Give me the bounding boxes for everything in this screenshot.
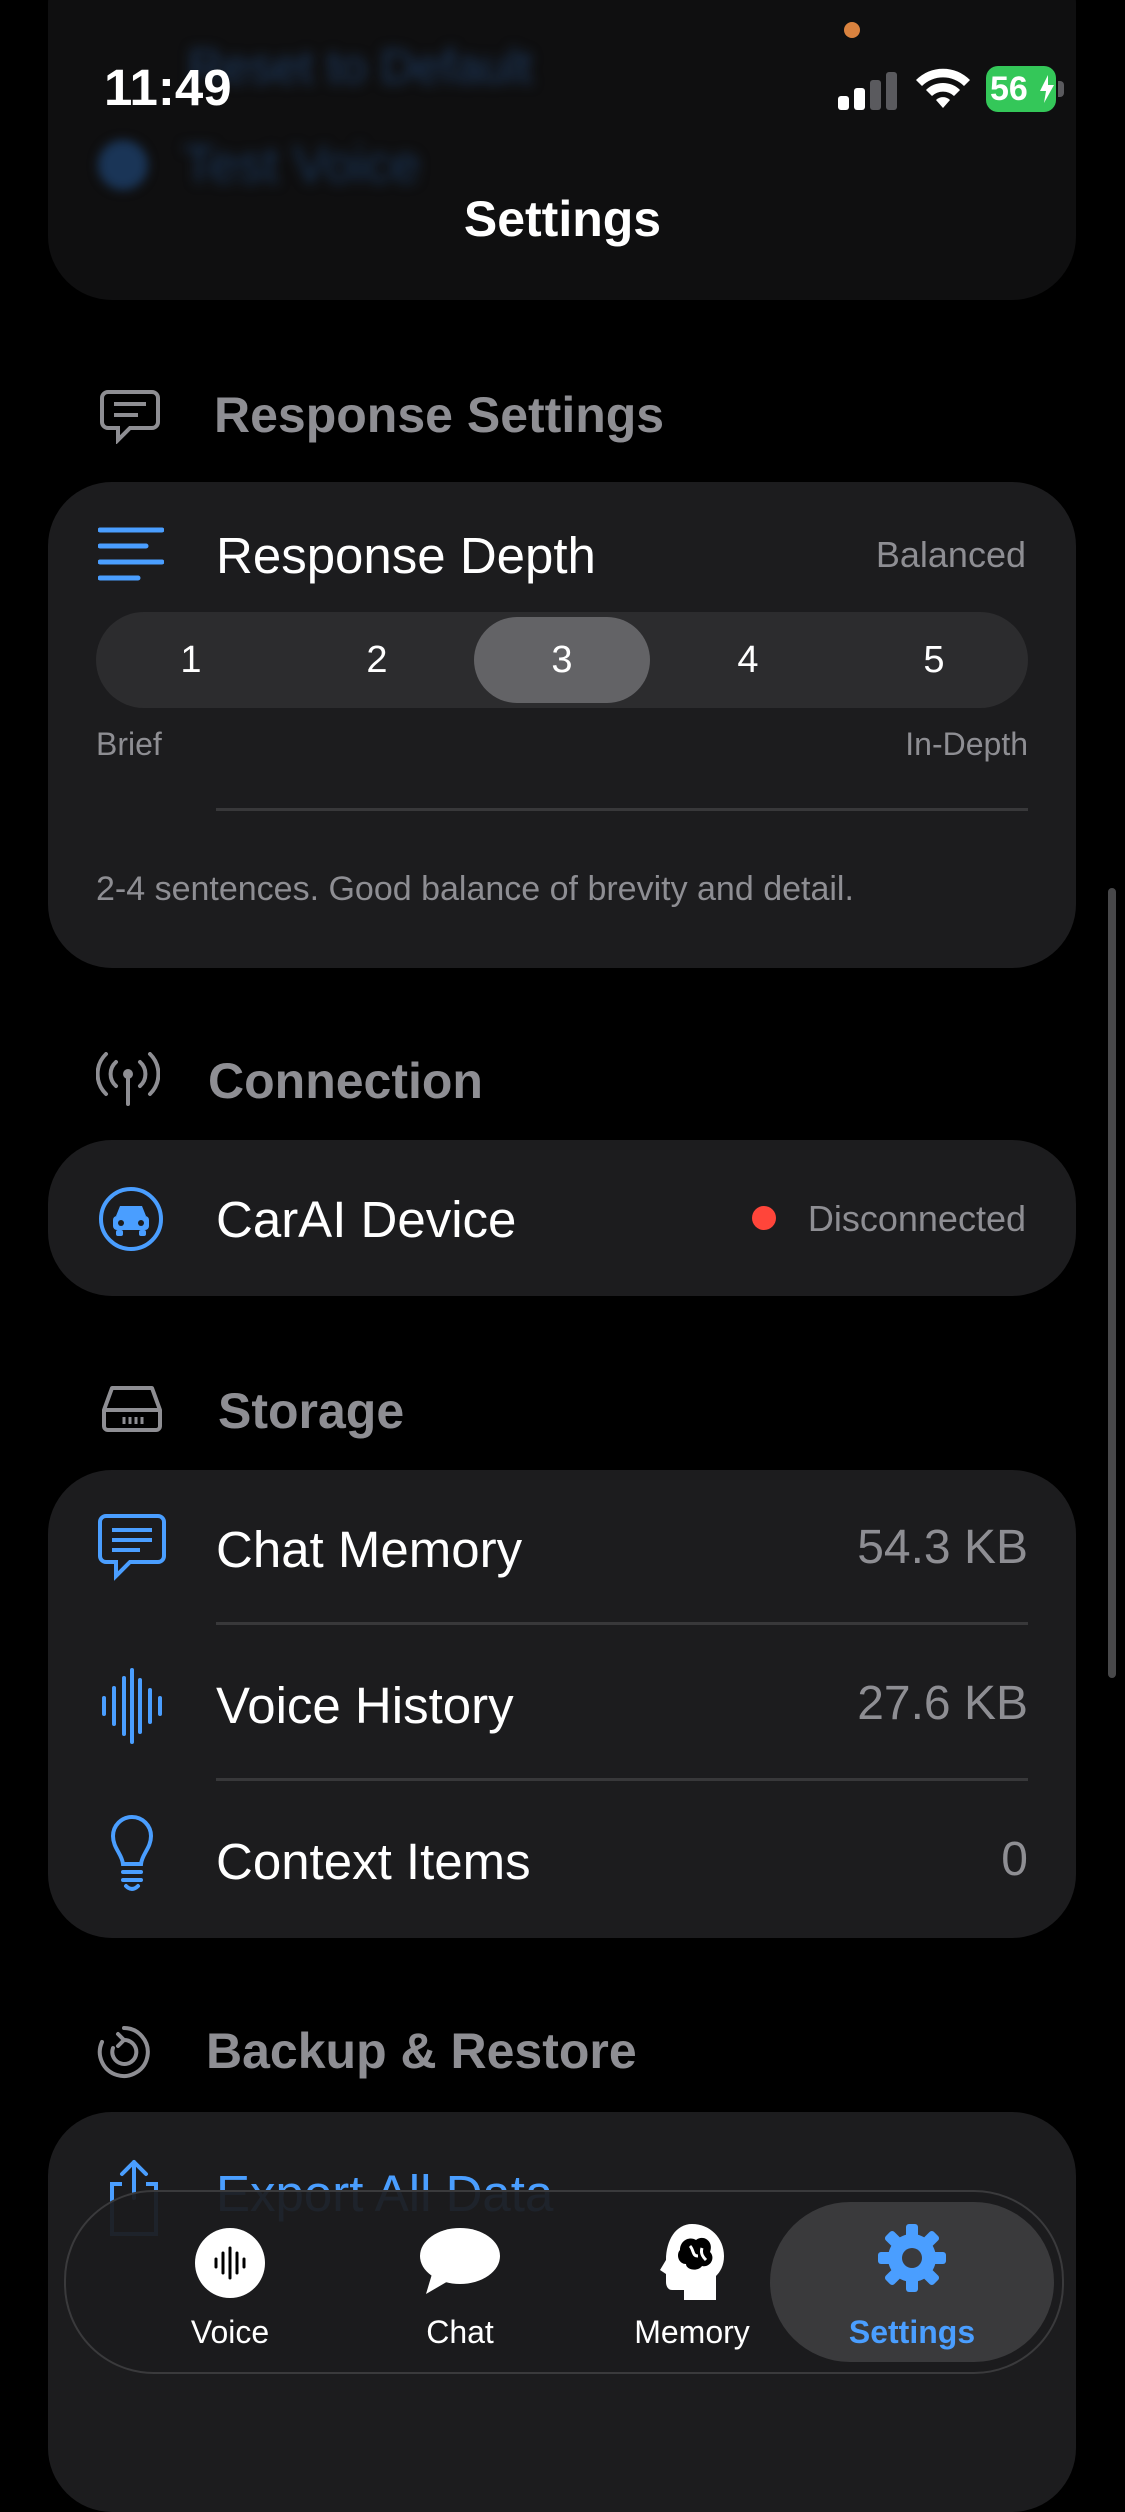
chat-memory-value: 54.3 KB — [857, 1521, 1028, 1574]
tab-label: Memory — [634, 2314, 750, 2350]
depth-description: 2-4 sentences. Good balance of brevity a… — [96, 870, 854, 908]
response-depth-value: Balanced — [875, 534, 1026, 575]
battery-percent: 56 — [990, 70, 1028, 108]
drive-icon — [102, 1386, 162, 1432]
tab-voice[interactable]: Voice — [120, 2192, 340, 2372]
voice-history-label: Voice History — [216, 1677, 514, 1734]
depth-segmented-control[interactable]: 1 2 3 4 5 — [96, 612, 1028, 708]
depth-option-4[interactable]: 4 — [661, 617, 835, 703]
connection-status-dot — [752, 1206, 776, 1230]
brain-head-icon — [660, 2224, 724, 2300]
signal-icon — [838, 70, 898, 110]
response-depth-card: Response Depth Balanced 1 2 3 4 5 Brief … — [48, 482, 1076, 968]
divider — [216, 808, 1028, 811]
waveform-icon — [102, 1668, 162, 1744]
text-align-icon — [98, 527, 164, 581]
depth-min-label: Brief — [96, 726, 162, 762]
depth-max-label: In-Depth — [905, 726, 1028, 762]
voice-history-value: 27.6 KB — [857, 1677, 1028, 1730]
tab-memory[interactable]: Memory — [582, 2192, 802, 2372]
tab-label: Chat — [426, 2314, 494, 2350]
connection-card[interactable]: CarAI Device Disconnected — [48, 1140, 1076, 1296]
gear-icon — [878, 2224, 946, 2292]
car-icon — [99, 1187, 163, 1251]
section-title-response: Response Settings — [214, 387, 665, 443]
tab-settings[interactable]: Settings — [802, 2192, 1022, 2372]
context-items-value: 0 — [1001, 1833, 1028, 1886]
context-items-label: Context Items — [216, 1833, 531, 1890]
scroll-indicator[interactable] — [1108, 888, 1116, 1678]
chat-bubble-icon — [98, 1514, 166, 1581]
charging-bolt-icon — [1040, 75, 1054, 103]
depth-option-1[interactable]: 1 — [104, 617, 278, 703]
chat-memory-label: Chat Memory — [216, 1521, 523, 1578]
page-title: Settings — [463, 191, 662, 247]
depth-option-5[interactable]: 5 — [847, 617, 1021, 703]
status-time: 11:49 — [104, 59, 232, 116]
chat-bubble-icon — [420, 2228, 500, 2294]
depth-option-3[interactable]: 3 — [475, 617, 649, 703]
camera-indicator-dot — [844, 22, 860, 38]
depth-option-2[interactable]: 2 — [290, 617, 464, 703]
divider — [216, 1778, 1028, 1781]
section-title-backup: Backup & Restore — [206, 2023, 637, 2079]
section-title-storage: Storage — [218, 1383, 405, 1439]
response-depth-label: Response Depth — [216, 527, 596, 584]
restore-icon — [97, 2026, 150, 2078]
carai-device-label: CarAI Device — [216, 1191, 517, 1248]
voice-settings-card-remnant: Reset to Default Test Voice — [48, 0, 1076, 300]
tab-bar: Voice Chat Memory Settings — [64, 2190, 1064, 2374]
reset-default-label: Reset to Default — [188, 41, 533, 94]
tab-label: Voice — [190, 2314, 270, 2350]
message-icon — [100, 390, 160, 444]
lightbulb-icon — [110, 1814, 154, 1891]
test-voice-icon — [98, 140, 148, 190]
tab-chat[interactable]: Chat — [350, 2192, 570, 2372]
tab-label: Settings — [848, 2314, 976, 2350]
divider — [216, 1622, 1028, 1625]
antenna-icon — [96, 1052, 160, 1106]
connection-status: Disconnected — [807, 1198, 1026, 1239]
section-title-connection: Connection — [208, 1053, 483, 1109]
battery-indicator: 56 — [986, 66, 1064, 112]
test-voice-button[interactable]: Test Voice — [183, 135, 420, 195]
waveform-icon — [195, 2228, 265, 2298]
wifi-icon — [916, 68, 970, 108]
storage-card: Chat Memory 54.3 KB Voice History 27.6 K… — [48, 1470, 1076, 1938]
